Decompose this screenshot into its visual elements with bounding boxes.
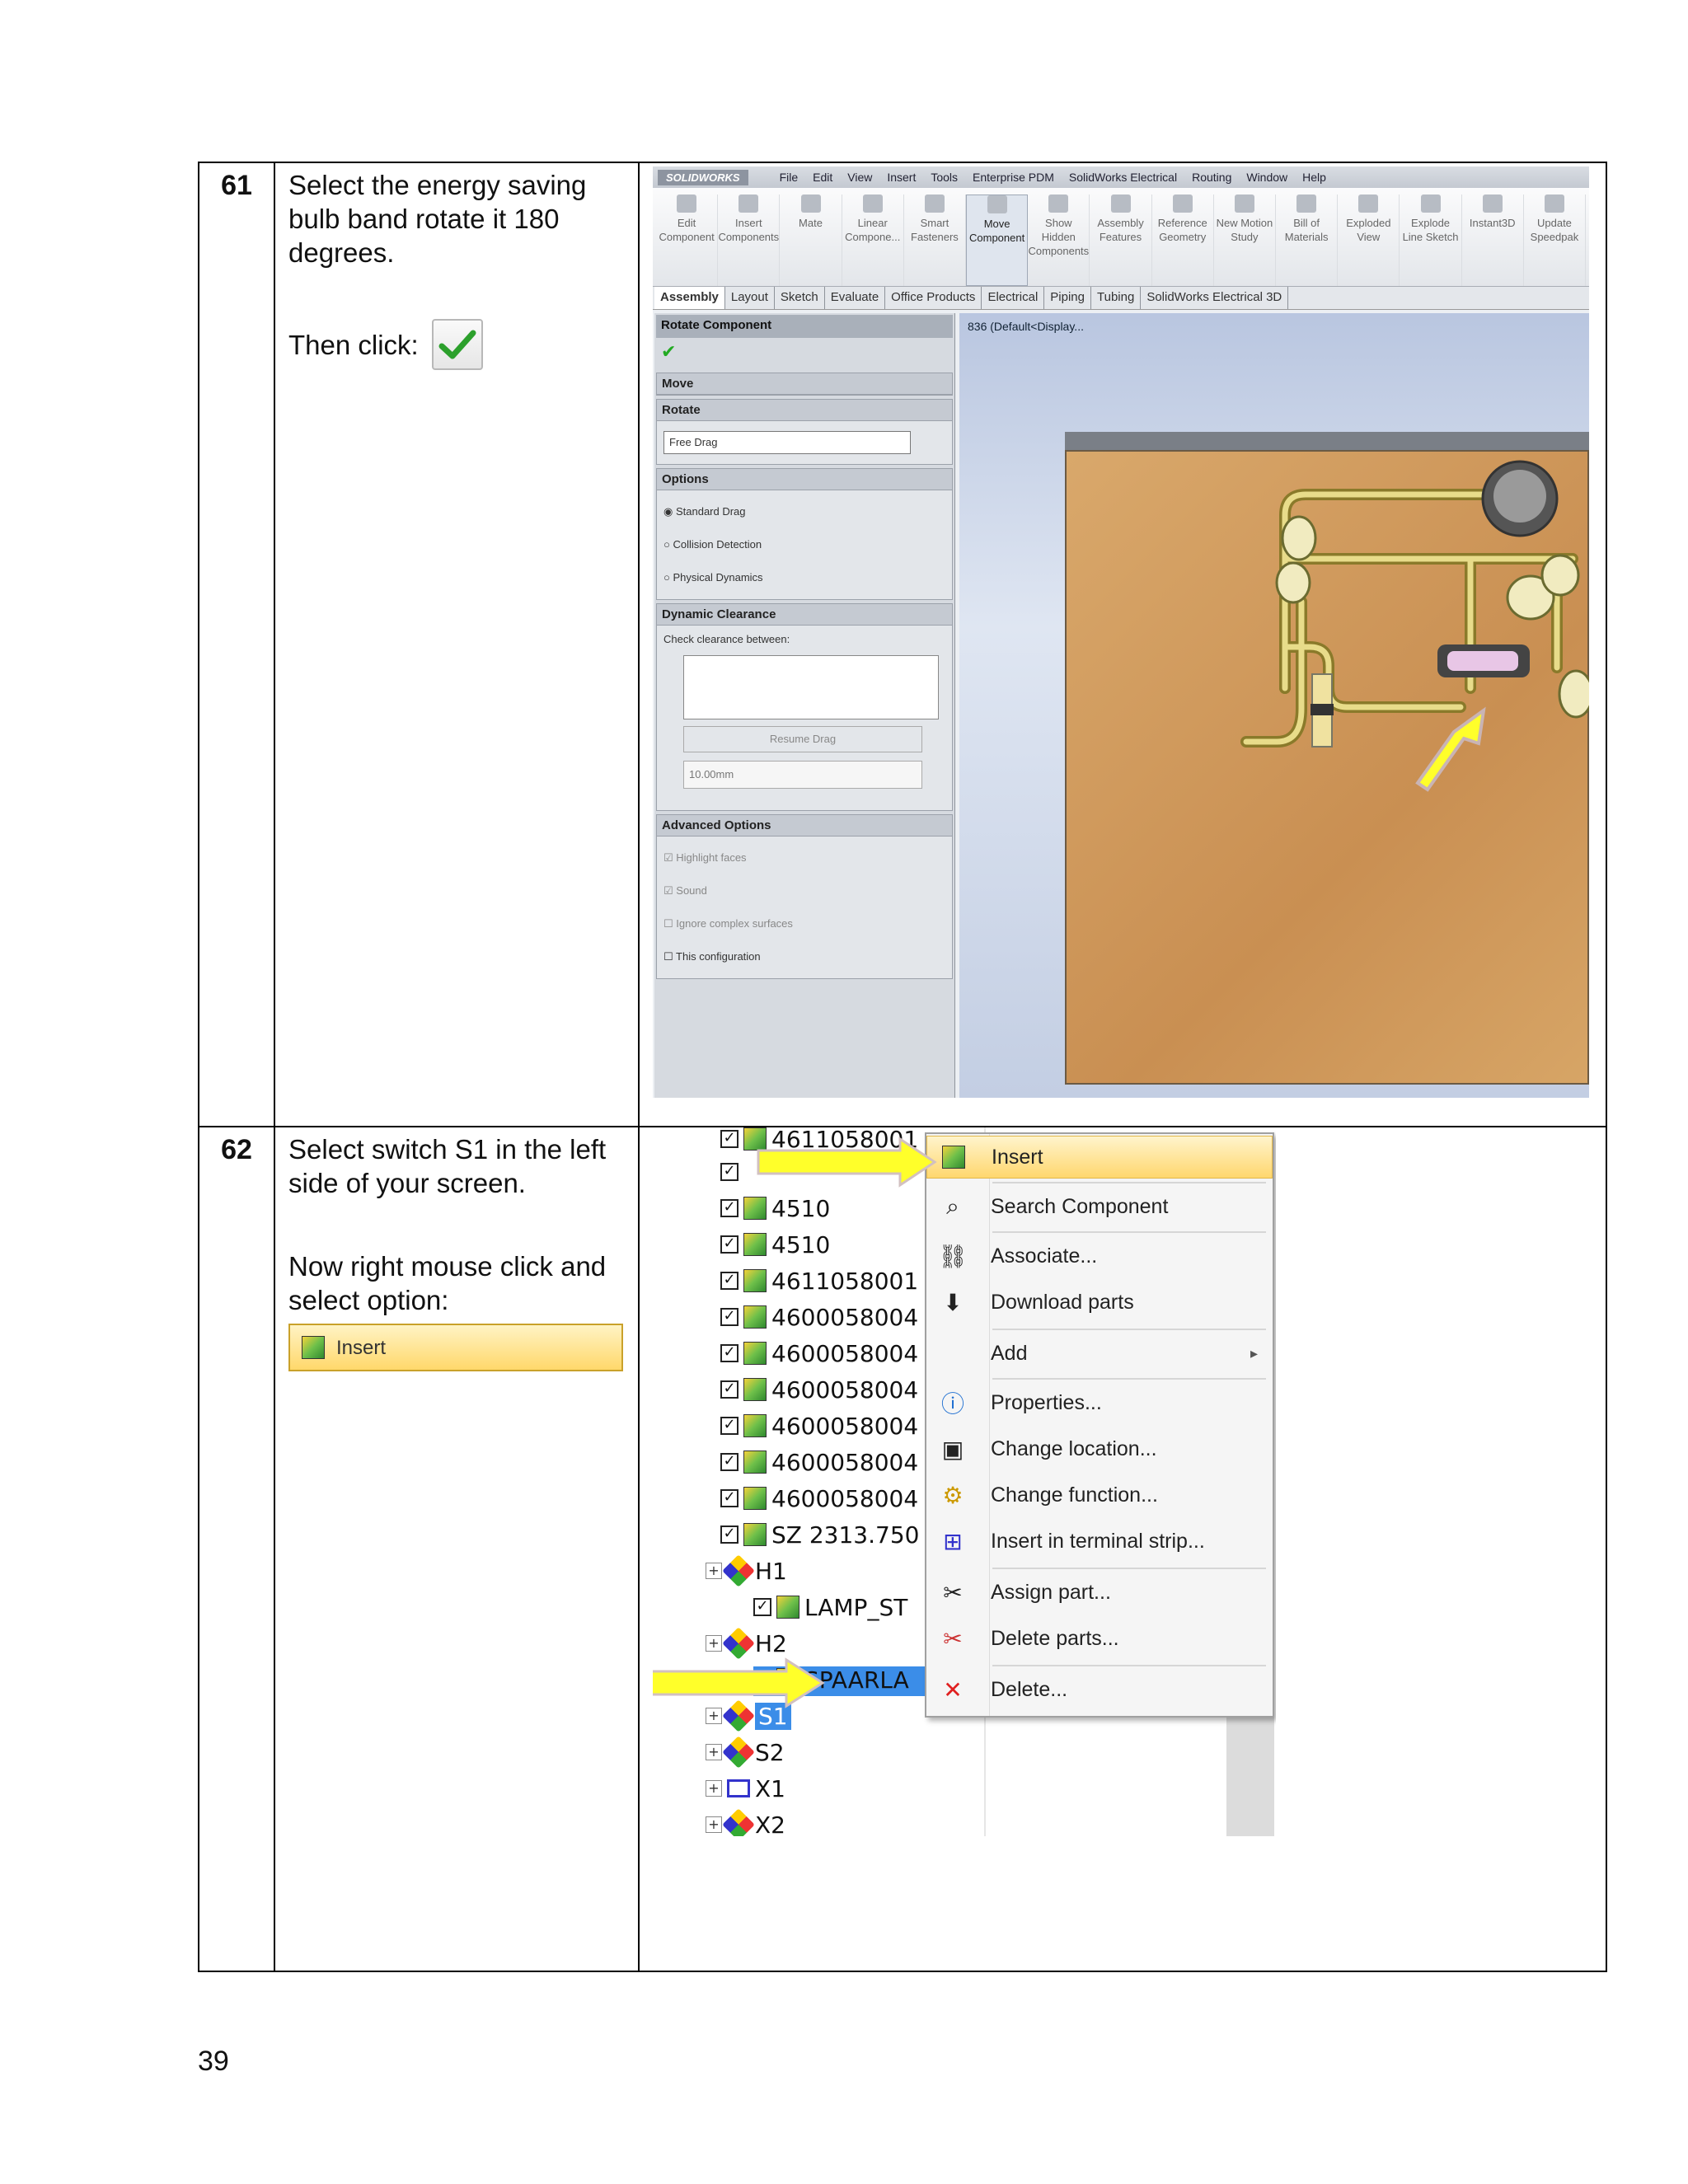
ribbon-button[interactable]: Exploded View	[1338, 194, 1400, 286]
step-number: 61	[198, 162, 275, 1127]
ribbon-button[interactable]: Explode Line Sketch	[1400, 194, 1462, 286]
sw-logo: SOLIDWORKS	[658, 169, 748, 185]
tab-layout[interactable]: Layout	[725, 287, 775, 309]
advanced-options-section: Advanced Options ☑ Highlight faces ☑ Sou…	[656, 814, 953, 979]
screenshot-cell: SOLIDWORKS File Edit View Insert Tools E…	[638, 162, 1607, 1127]
explode-line-icon	[1420, 194, 1441, 213]
assembly-drawing	[1240, 460, 1589, 792]
tab-evaluate[interactable]: Evaluate	[825, 287, 886, 309]
menu-item[interactable]: Tools	[931, 171, 958, 184]
step-row: 61 Select the energy saving bulb band ro…	[198, 162, 1607, 1127]
menu-item[interactable]: View	[847, 171, 872, 184]
show-hidden-icon	[1048, 194, 1069, 213]
ok-checkmark-icon	[431, 319, 483, 370]
tab-office-products[interactable]: Office Products	[885, 287, 982, 309]
instruction-text: Select the energy saving bulb band rotat…	[288, 170, 587, 268]
menu-item[interactable]: Enterprise PDM	[973, 171, 1054, 184]
resume-drag-button[interactable]: Resume Drag	[683, 726, 922, 752]
ribbon-button[interactable]: Assembly Features	[1090, 194, 1152, 286]
solidworks-screenshot: SOLIDWORKS File Edit View Insert Tools E…	[653, 166, 1589, 1098]
menu-item[interactable]: File	[780, 171, 799, 184]
speedpak-icon	[1544, 194, 1564, 213]
panel-title: Rotate Component	[656, 315, 953, 338]
checkbox-option[interactable]: ☐ Ignore complex surfaces	[663, 907, 945, 940]
tab-electrical[interactable]: Electrical	[982, 287, 1045, 309]
ribbon-button[interactable]: Bill of Materials	[1276, 194, 1339, 286]
distance-field[interactable]: 10.00mm	[683, 761, 922, 789]
radio-option[interactable]: ○ Collision Detection	[663, 528, 945, 561]
tab-solidworks-electrical-3d[interactable]: SolidWorks Electrical 3D	[1141, 287, 1289, 309]
tab-piping[interactable]: Piping	[1044, 287, 1091, 309]
edit-component-icon	[677, 194, 697, 213]
graphics-viewport[interactable]: 836 (Default<Display...	[959, 313, 1589, 1098]
instant3d-icon	[1482, 194, 1503, 213]
checkbox-option[interactable]: ☑ Highlight faces	[663, 841, 945, 874]
step-instructions: Select the energy saving bulb band rotat…	[274, 162, 640, 1127]
rotate-section: Rotate Free Drag	[656, 399, 953, 465]
tab-sketch[interactable]: Sketch	[775, 287, 825, 309]
ribbon-button[interactable]: Edit Component	[656, 194, 719, 286]
arrow-to-s1	[653, 1657, 825, 1708]
ribbon-button[interactable]: Reference Geometry	[1152, 194, 1214, 286]
component-tree-screenshot: ✓ 4611058001 ✓ ✓ 4510 ✓ 4510 ✓ 4611058001 ✓ 4…	[653, 1127, 1276, 1836]
dynamic-clearance-section: Dynamic Clearance Check clearance betwee…	[656, 603, 953, 811]
ribbon-button[interactable]: Instant3D	[1462, 194, 1524, 286]
screenshot-cell: ✓ 4611058001 ✓ ✓ 4510 ✓ 4510 ✓ 4611058001 ✓ 4…	[638, 1126, 1607, 1972]
then-click-line: Then click:	[288, 319, 626, 370]
ok-checkmark-icon[interactable]: ✔	[654, 340, 954, 369]
instruction-text: Now right mouse click and select option:	[288, 1251, 607, 1315]
bill-of-materials-icon	[1296, 194, 1317, 213]
tab-assembly[interactable]: Assembly	[654, 287, 725, 309]
ribbon-button[interactable]: Linear Compone...	[842, 194, 904, 286]
clearance-selection-box[interactable]	[683, 655, 939, 719]
menu-item[interactable]: Edit	[813, 171, 832, 184]
move-component-icon	[987, 195, 1007, 213]
linear-pattern-icon	[862, 194, 883, 213]
insert-icon	[302, 1336, 325, 1359]
reference-geometry-icon	[1172, 194, 1193, 213]
ribbon-button[interactable]: Mate	[780, 194, 842, 286]
rotate-dropdown[interactable]: Free Drag	[663, 431, 911, 454]
smart-fasteners-icon	[924, 194, 945, 213]
move-section: Move	[656, 373, 953, 396]
insert-option-chip: Insert	[288, 1324, 623, 1371]
mate-icon	[800, 194, 821, 213]
motion-study-icon	[1234, 194, 1254, 213]
arrow-to-insert	[757, 1137, 937, 1188]
assembly-features-icon	[1110, 194, 1131, 213]
menu-item[interactable]: Routing	[1192, 171, 1231, 184]
step-row: 62 Select switch S1 in the left side of …	[198, 1126, 1607, 1972]
radio-option[interactable]: ○ Physical Dynamics	[663, 561, 945, 594]
exploded-view-icon	[1358, 194, 1379, 213]
sw-tabs: Assembly Layout Sketch Evaluate Office P…	[653, 287, 1589, 310]
sw-menubar: SOLIDWORKS File Edit View Insert Tools E…	[653, 166, 1589, 188]
ribbon-button-active[interactable]: Move Component	[966, 194, 1029, 286]
menu-item[interactable]: SolidWorks Electrical	[1069, 171, 1177, 184]
ribbon-button[interactable]: Show Hidden Components	[1028, 194, 1090, 286]
insert-components-icon	[738, 194, 759, 213]
instruction-text: Select switch S1 in the left side of you…	[288, 1134, 607, 1198]
instruction-text: Then click:	[288, 329, 419, 360]
radio-option[interactable]: ◉ Standard Drag	[663, 495, 945, 528]
ribbon-button[interactable]: New Motion Study	[1214, 194, 1277, 286]
checkbox-option[interactable]: ☐ This configuration	[663, 940, 945, 973]
options-section: Options ◉ Standard Drag ○ Collision Dete…	[656, 468, 953, 600]
menu-item[interactable]: Help	[1302, 171, 1326, 184]
ribbon-button[interactable]: Insert Components	[718, 194, 781, 286]
pointer-arrows	[653, 1137, 937, 1708]
ribbon-button[interactable]: Update Speedpak	[1524, 194, 1587, 286]
sw-ribbon: Edit Component Insert Components Mate Li…	[653, 188, 1589, 287]
tab-tubing[interactable]: Tubing	[1091, 287, 1142, 309]
menu-item[interactable]: Insert	[887, 171, 916, 184]
property-manager: Rotate Component ✔ Move Rotate Free Drag…	[654, 313, 955, 1098]
page-number: 39	[198, 2046, 229, 2077]
step-number: 62	[198, 1126, 275, 1972]
checkbox-option[interactable]: ☑ Sound	[663, 874, 945, 907]
menu-item[interactable]: Window	[1246, 171, 1287, 184]
ribbon-button[interactable]: Smart Fasteners	[904, 194, 967, 286]
step-instructions: Select switch S1 in the left side of you…	[274, 1126, 640, 1972]
steps-table: 61 Select the energy saving bulb band ro…	[198, 162, 1607, 1972]
